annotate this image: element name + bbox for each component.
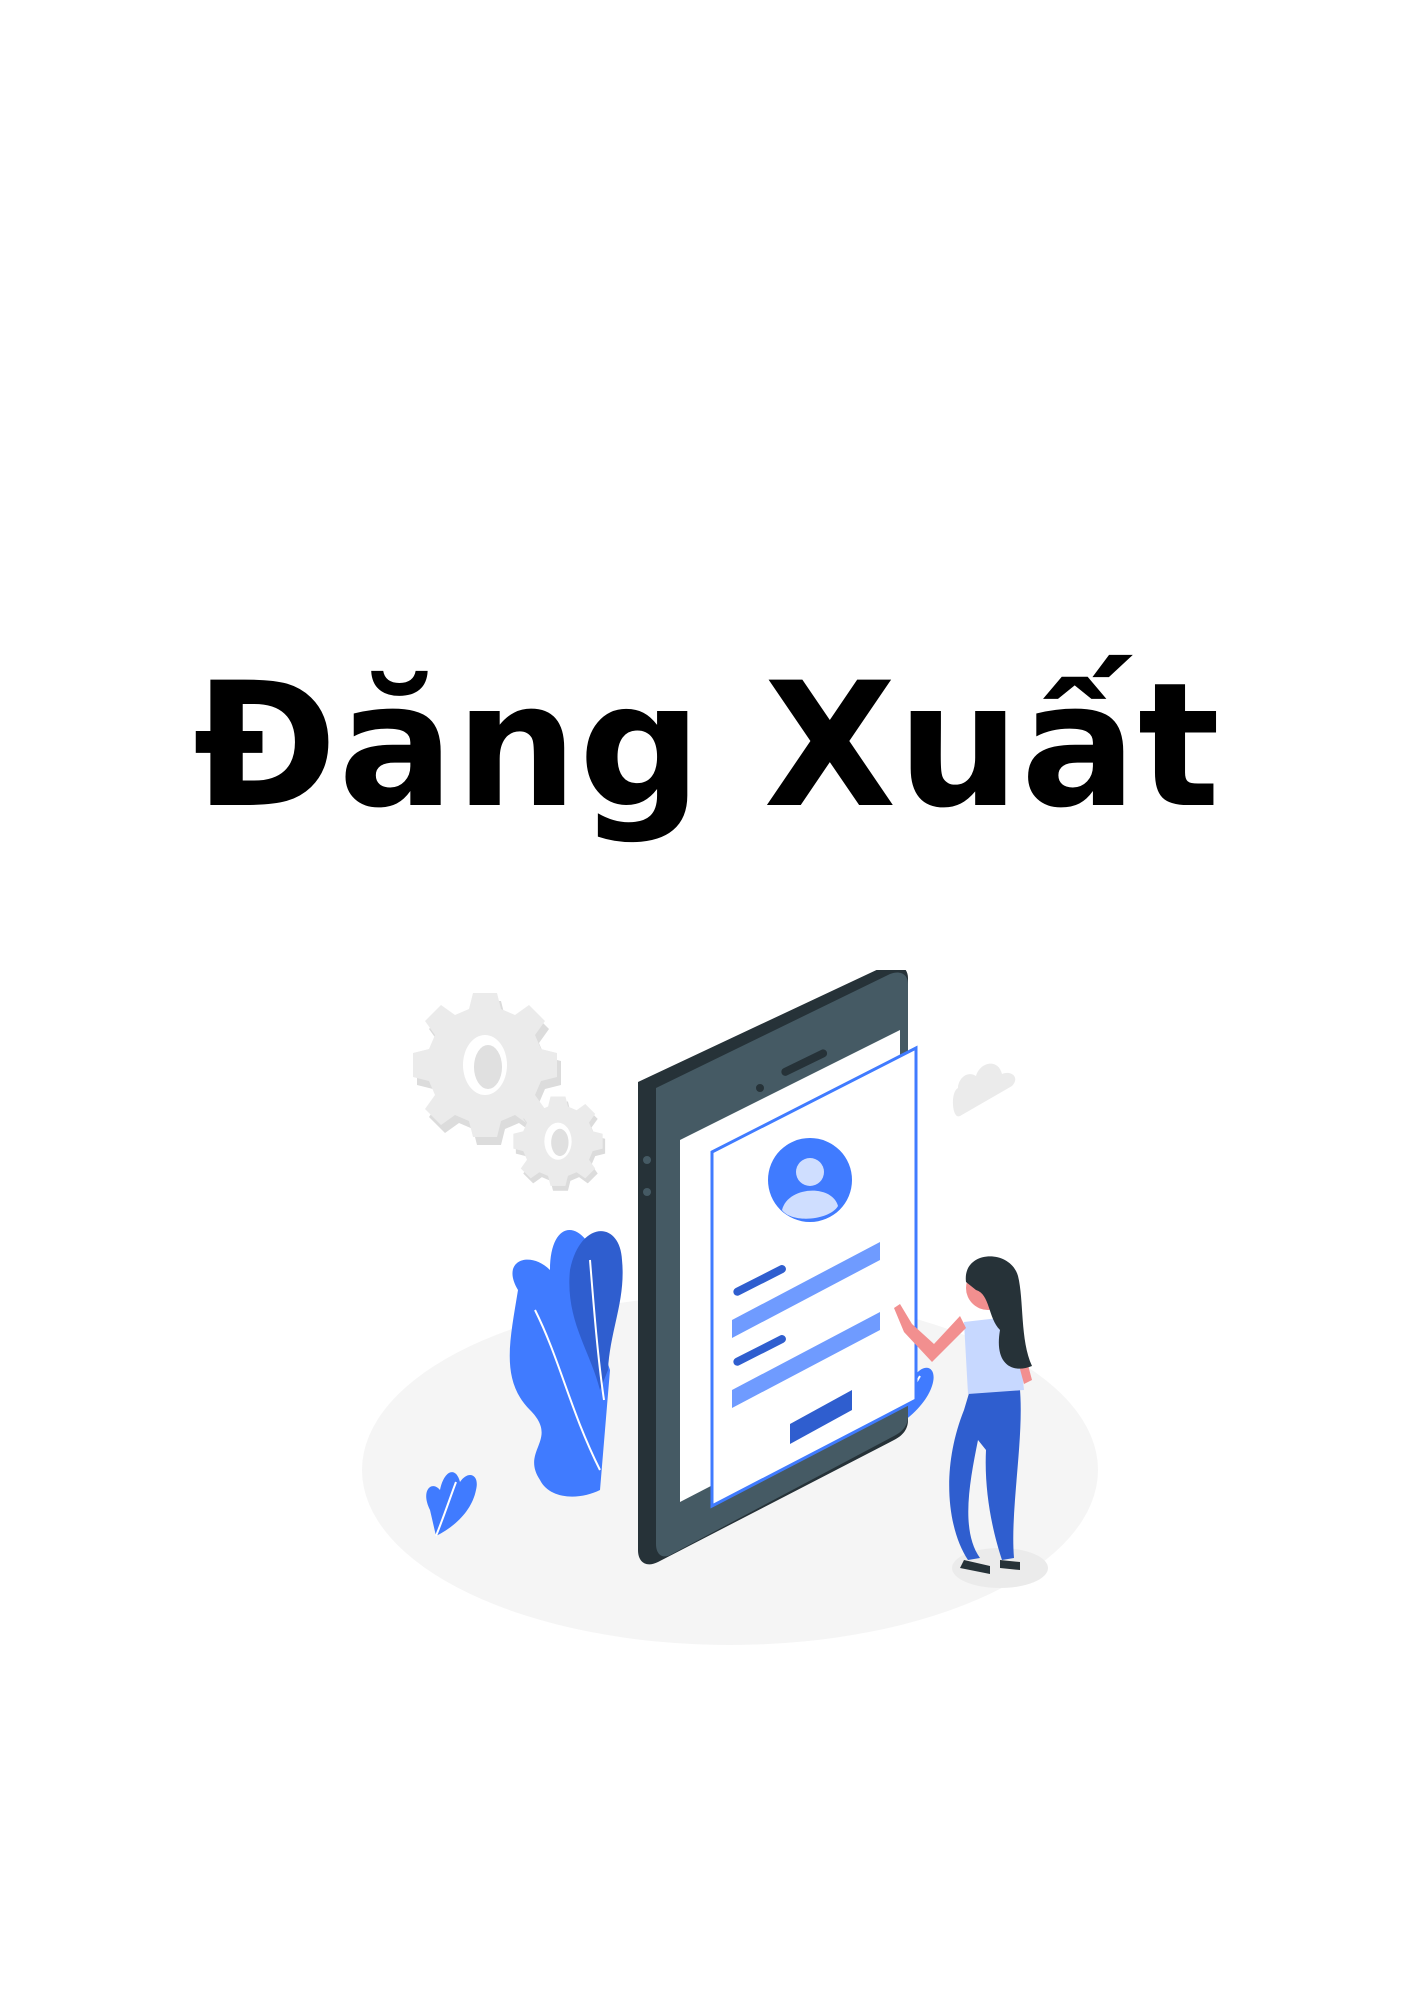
gear-icon <box>513 1096 606 1191</box>
cloud-icon <box>952 1063 1016 1117</box>
page-title: Đăng Xuất <box>193 645 1221 846</box>
logout-page: Đăng Xuất <box>0 0 1414 2000</box>
login-illustration <box>362 970 1098 1645</box>
user-avatar-icon <box>768 1138 852 1222</box>
